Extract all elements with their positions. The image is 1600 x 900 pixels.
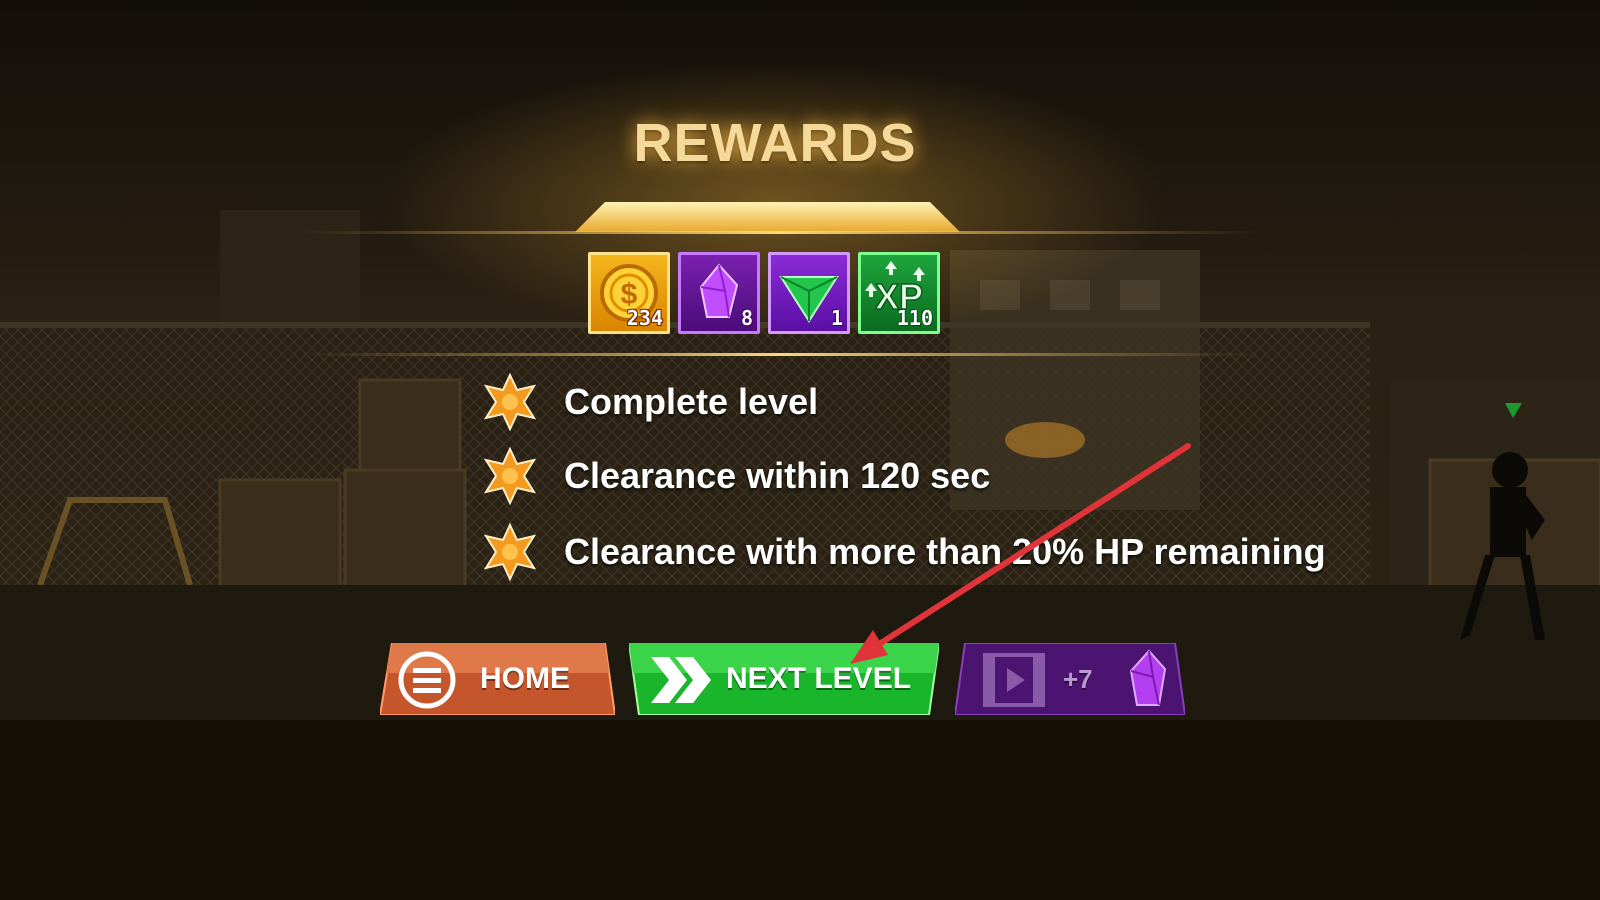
- reward-xp: XP 110: [858, 252, 940, 334]
- sheriff-star-icon: [483, 522, 537, 582]
- next-level-button[interactable]: NEXT LEVEL: [629, 643, 939, 715]
- objective-row: Clearance within 120 sec: [480, 446, 990, 506]
- gem-count: 1: [830, 306, 843, 330]
- sheriff-star-icon: [483, 446, 537, 506]
- reward-items: $ 234 8 1 XP 110: [588, 252, 940, 338]
- objective-text: Clearance with more than 20% HP remainin…: [564, 531, 1326, 572]
- reward-gem: 1: [768, 252, 850, 334]
- purple-crystal-icon: [1129, 649, 1167, 706]
- objective-row: Clearance with more than 20% HP remainin…: [480, 522, 1326, 582]
- video-reward-amount: +7: [1063, 664, 1093, 694]
- objective-text: Clearance within 120 sec: [564, 455, 991, 496]
- objective-text: Complete level: [564, 381, 819, 422]
- watch-video-reward-button[interactable]: +7: [955, 643, 1185, 715]
- reward-crystal: 8: [678, 252, 760, 334]
- menu-icon: [398, 651, 456, 709]
- double-chevron-icon: [651, 657, 711, 703]
- home-button-label: HOME: [480, 662, 570, 695]
- xp-count: 110: [896, 306, 933, 330]
- home-button[interactable]: HOME: [380, 643, 615, 715]
- reward-coin: $ 234: [588, 252, 670, 334]
- crystal-count: 8: [740, 306, 753, 330]
- objective-row: Complete level: [480, 372, 818, 432]
- coin-count: 234: [626, 306, 663, 330]
- next-level-button-label: NEXT LEVEL: [726, 662, 912, 695]
- video-icon: [983, 653, 1045, 707]
- sheriff-star-icon: [483, 372, 537, 432]
